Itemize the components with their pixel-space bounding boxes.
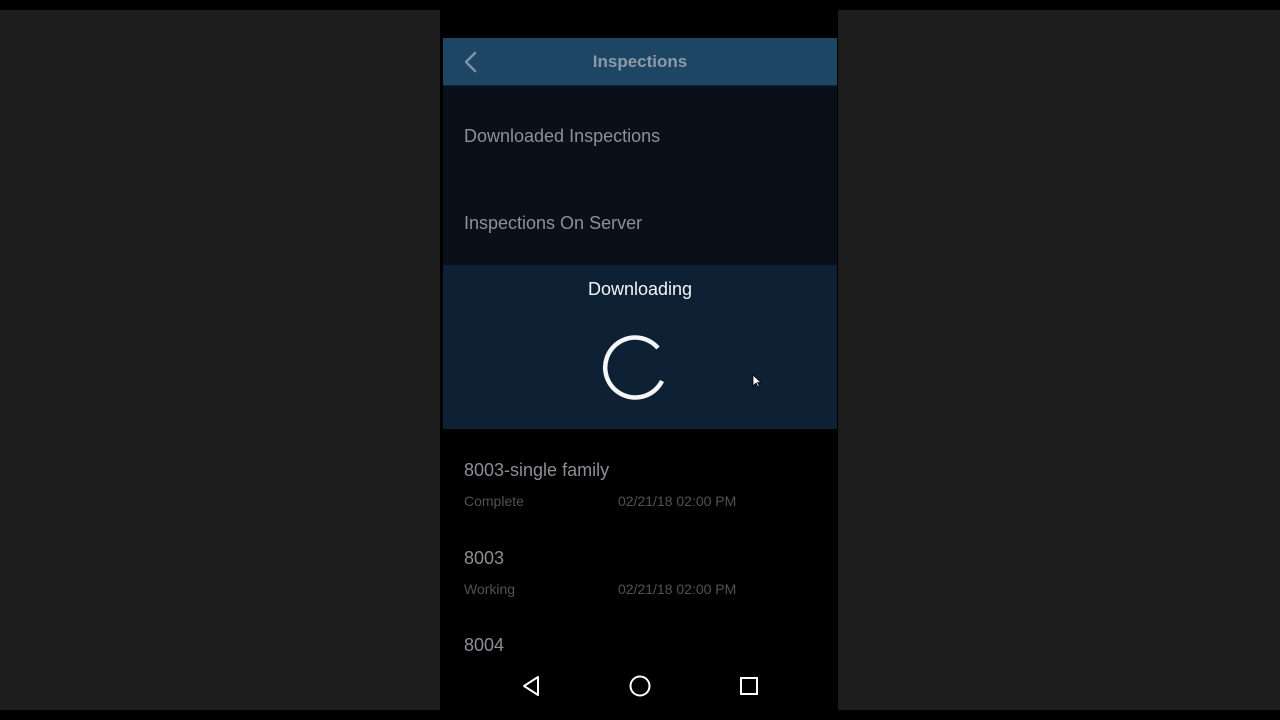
- screen: Inspections Downloaded Inspections Inspe…: [0, 0, 1280, 720]
- inspection-date: 02/21/18 02:00 PM: [618, 493, 737, 509]
- inspection-name[interactable]: 8003-single family: [464, 460, 609, 481]
- inspection-status: Complete: [464, 493, 524, 509]
- loading-spinner-icon: [602, 335, 665, 400]
- page-title: Inspections: [592, 52, 688, 71]
- inspection-date: 02/21/18 02:00 PM: [618, 581, 737, 597]
- inspection-name[interactable]: 8004: [464, 635, 504, 656]
- inspection-name[interactable]: 8003: [464, 548, 504, 569]
- phone-screen: Inspections Downloaded Inspections Inspe…: [443, 38, 837, 710]
- dialog-title: Downloading: [587, 279, 693, 299]
- system-navigation-bar: [443, 662, 837, 710]
- right-letterbox: [838, 10, 1280, 710]
- square-recents-icon: [740, 677, 758, 695]
- menu-item-downloaded-inspections[interactable]: Downloaded Inspections: [464, 126, 660, 147]
- left-letterbox: [0, 10, 440, 710]
- nav-back-button[interactable]: [515, 670, 547, 702]
- inspection-status: Working: [464, 581, 516, 597]
- app-bar: Inspections: [443, 38, 837, 86]
- inspections-menu: [443, 86, 837, 266]
- mouse-pointer-icon: [752, 374, 762, 388]
- menu-item-inspections-on-server[interactable]: Inspections On Server: [464, 213, 642, 234]
- nav-home-button[interactable]: [624, 670, 656, 702]
- downloading-dialog: Downloading: [443, 265, 837, 429]
- nav-recents-button[interactable]: [733, 670, 765, 702]
- triangle-back-icon: [523, 676, 539, 696]
- circle-home-icon: [629, 675, 651, 697]
